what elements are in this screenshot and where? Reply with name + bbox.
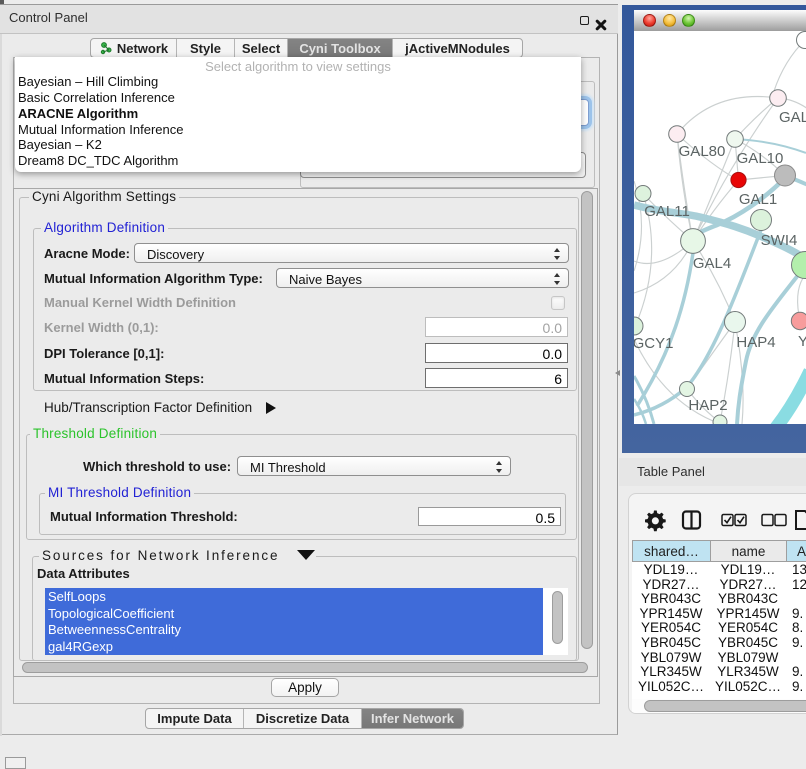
svg-text:GAL11: GAL11 <box>644 203 690 220</box>
svg-text:GAL80: GAL80 <box>679 143 726 160</box>
svg-text:GCY1: GCY1 <box>634 335 673 352</box>
svg-text:GAL1: GAL1 <box>739 191 777 208</box>
svg-text:GAL80: GAL80 <box>779 109 806 126</box>
svg-text:GAL10: GAL10 <box>737 150 784 167</box>
svg-text:HAP4: HAP4 <box>736 334 775 351</box>
svg-text:SWI4: SWI4 <box>761 232 798 249</box>
svg-text:Y: Y <box>798 333 806 350</box>
svg-text:GAL4: GAL4 <box>693 255 731 272</box>
svg-text:HAP2: HAP2 <box>688 397 727 414</box>
